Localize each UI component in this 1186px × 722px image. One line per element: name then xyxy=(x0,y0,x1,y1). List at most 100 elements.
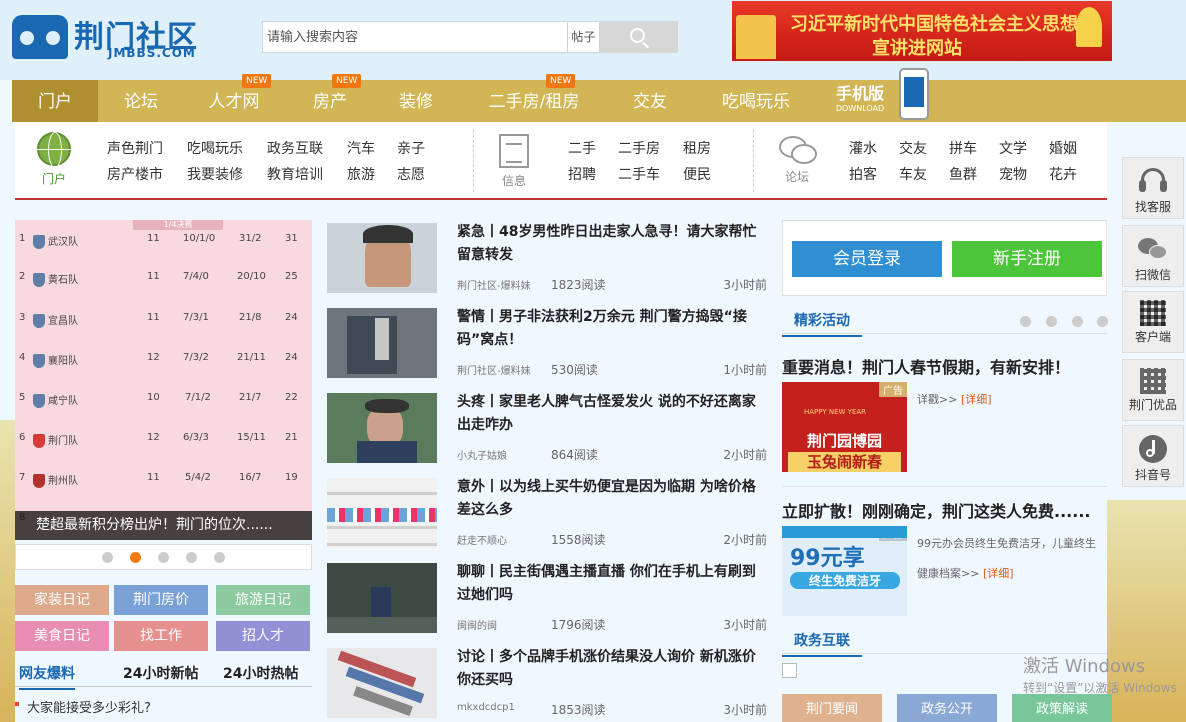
cat-link[interactable]: 亲子 xyxy=(397,138,425,158)
side-customer-service[interactable]: 找客服 xyxy=(1122,157,1184,219)
right-panel: 会员登录 新手注册 精彩活动 重要消息！荆门人春节假期，有新安排！ 广告 HAP… xyxy=(782,220,1112,722)
slide-dot[interactable] xyxy=(214,552,225,563)
event-title[interactable]: 立即扩散！刚刚确定，荆门这类人免费...... xyxy=(782,498,1090,522)
nav-secondhand-house[interactable]: 二手房/租房 NEW xyxy=(474,74,594,122)
event-more[interactable]: 健康档案>> [详细] xyxy=(917,565,1014,581)
list-item[interactable]: 大家能接受多少彩礼? xyxy=(15,697,151,716)
tab-new-24h[interactable]: 24小时新帖 xyxy=(123,663,198,683)
slide-dot-active[interactable] xyxy=(130,552,141,563)
tag-house-price[interactable]: 荆门房价 xyxy=(114,585,208,615)
nav-food-fun[interactable]: 吃喝玩乐 xyxy=(706,80,806,122)
news-title[interactable]: 讨论丨多个品牌手机涨价结果没人询价 新机涨价你还买吗 xyxy=(457,646,767,692)
cat-link[interactable]: 宠物 xyxy=(999,164,1027,184)
news-title[interactable]: 警情丨男子非法获利2万余元 荆门警方捣毁“接码”窝点！ xyxy=(457,306,767,352)
side-app[interactable]: 客户端 xyxy=(1122,291,1184,353)
news-title[interactable]: 头疼丨家里老人脾气古怪爱发火 说的不好还离家出走咋办 xyxy=(457,391,767,437)
cat-link[interactable]: 房产楼市 xyxy=(107,164,163,184)
divider xyxy=(753,130,754,192)
cat-link[interactable]: 便民 xyxy=(683,164,711,184)
tag-home-diary[interactable]: 家装日记 xyxy=(15,585,109,615)
event-title[interactable]: 重要消息！荆门人春节假期，有新安排！ xyxy=(782,354,1070,378)
cat-link[interactable]: 二手房 xyxy=(618,138,660,158)
cat-info[interactable]: 信息 xyxy=(499,134,529,189)
slide-dot[interactable] xyxy=(158,552,169,563)
search-button[interactable] xyxy=(600,21,678,53)
cat-link[interactable]: 教育培训 xyxy=(267,164,323,184)
tab-jingmen-news[interactable]: 荆门要闻 xyxy=(782,694,882,722)
cat-link[interactable]: 我要装修 xyxy=(187,164,243,184)
nav-mobile-download[interactable]: 手机版 DOWNLOAD xyxy=(825,85,895,115)
cat-portal[interactable]: 门户 xyxy=(37,132,71,187)
section-title[interactable]: 精彩活动 xyxy=(782,310,862,337)
side-shop[interactable]: 荆门优品 xyxy=(1122,359,1184,421)
nav-house[interactable]: 房产 NEW xyxy=(284,74,376,122)
tab-gov-open[interactable]: 政务公开 xyxy=(897,694,997,722)
carousel-dot[interactable] xyxy=(1072,316,1083,327)
cat-link[interactable]: 拍客 xyxy=(849,164,877,184)
ranking-slideshow[interactable]: 1/4决赛 1 武汉队 11 10/1/0 31/2 31 2 黄石队 11 7/4/0 20/1… xyxy=(15,220,312,540)
cat-link[interactable]: 鱼群 xyxy=(949,164,977,184)
tag-travel-diary[interactable]: 旅游日记 xyxy=(216,585,310,615)
cat-link[interactable]: 汽车 xyxy=(347,138,375,158)
cat-link[interactable]: 二手 xyxy=(568,138,596,158)
news-source: mkxdcdcp1 xyxy=(457,702,515,713)
search-type-select[interactable]: 帖子 xyxy=(567,21,600,53)
nav-dating[interactable]: 交友 xyxy=(612,80,688,122)
tag-hire[interactable]: 招人才 xyxy=(216,621,310,651)
cat-link[interactable]: 志愿 xyxy=(397,164,425,184)
slide-caption[interactable]: 楚超最新积分榜出炉！荆门的位次...... xyxy=(15,511,312,540)
cat-link[interactable]: 灌水 xyxy=(849,138,877,158)
tab-user-reports[interactable]: 网友爆料 xyxy=(19,663,75,690)
cat-link[interactable]: 旅游 xyxy=(347,164,375,184)
news-item[interactable]: 聊聊丨民主街偶遇主播直播 你们在手机上有刷到过她们吗 闽闽的闽 1796阅读 3… xyxy=(327,563,767,635)
news-item[interactable]: 警情丨男子非法获利2万余元 荆门警方捣毁“接码”窝点！ 荆门社区-爆料妹 530… xyxy=(327,308,767,380)
event-more[interactable]: 详戳>> [详细] xyxy=(917,391,992,407)
carousel-dot[interactable] xyxy=(1020,316,1031,327)
news-title[interactable]: 紧急丨48岁男性昨日出走家人急寻！请大家帮忙留意转发 xyxy=(457,221,767,267)
slide-dot[interactable] xyxy=(102,552,113,563)
site-logo[interactable]: 荆门社区 JMBBS.COM xyxy=(12,12,232,64)
cat-link[interactable]: 招聘 xyxy=(568,164,596,184)
cat-link[interactable]: 租房 xyxy=(683,138,711,158)
tab-policy[interactable]: 政策解读 xyxy=(1012,694,1112,722)
cat-link[interactable]: 二手车 xyxy=(618,164,660,184)
nav-decoration[interactable]: 装修 xyxy=(376,80,456,122)
tag-food-diary[interactable]: 美食日记 xyxy=(15,621,109,651)
cat-link[interactable]: 车友 xyxy=(899,164,927,184)
cat-link[interactable]: 婚姻 xyxy=(1049,138,1077,158)
news-item[interactable]: 头疼丨家里老人脾气古怪爱发火 说的不好还离家出走咋办 小丸子姑娘 864阅读 2… xyxy=(327,393,767,465)
rank-row: 7 荆州队 11 5/4/2 16/7 19 xyxy=(19,472,298,488)
news-item[interactable]: 意外丨以为线上买牛奶便宜是因为临期 为啥价格差这么多 赶走不顺心 1558阅读 … xyxy=(327,478,767,550)
cat-link[interactable]: 政务互联 xyxy=(267,138,323,158)
cat-forum[interactable]: 论坛 xyxy=(779,132,817,185)
cat-link[interactable]: 拼车 xyxy=(949,138,977,158)
cat-link[interactable]: 交友 xyxy=(899,138,927,158)
section-title[interactable]: 政务互联 xyxy=(782,630,862,657)
tag-find-job[interactable]: 找工作 xyxy=(114,621,208,651)
cat-link[interactable]: 声色荆门 xyxy=(107,138,163,158)
top-banner-ad[interactable]: 习近平新时代中国特色社会主义思想 宣讲进网站 xyxy=(732,1,1112,61)
news-item[interactable]: 紧急丨48岁男性昨日出走家人急寻！请大家帮忙留意转发 荆门社区-爆料妹 1823… xyxy=(327,223,767,295)
register-button[interactable]: 新手注册 xyxy=(952,241,1102,277)
side-tiktok[interactable]: 抖音号 xyxy=(1122,425,1184,487)
news-time: 3小时前 xyxy=(723,278,767,292)
nav-portal[interactable]: 门户 xyxy=(12,80,98,122)
side-wechat[interactable]: 扫微信 xyxy=(1122,225,1184,287)
cat-link[interactable]: 花卉 xyxy=(1049,164,1077,184)
news-title[interactable]: 意外丨以为线上买牛奶便宜是因为临期 为啥价格差这么多 xyxy=(457,476,767,522)
search-input[interactable] xyxy=(262,21,567,53)
login-button[interactable]: 会员登录 xyxy=(792,241,942,277)
news-title[interactable]: 聊聊丨民主街偶遇主播直播 你们在手机上有刷到过她们吗 xyxy=(457,561,767,607)
nav-jobs[interactable]: 人才网 NEW xyxy=(184,74,284,122)
news-item[interactable]: 讨论丨多个品牌手机涨价结果没人询价 新机涨价你还买吗 mkxdcdcp1 185… xyxy=(327,648,767,720)
tab-hot-24h[interactable]: 24小时热帖 xyxy=(223,663,298,683)
slide-dot[interactable] xyxy=(186,552,197,563)
carousel-dot[interactable] xyxy=(1097,316,1108,327)
nav-forum[interactable]: 论坛 xyxy=(98,80,184,122)
carousel-dot[interactable] xyxy=(1046,316,1057,327)
cat-link[interactable]: 吃喝玩乐 xyxy=(187,138,243,158)
event-image[interactable]: 广告 99元享 终生免费洁牙 xyxy=(782,526,907,616)
news-reads: 1853阅读 xyxy=(551,703,606,717)
event-image[interactable]: 广告 HAPPY NEW YEAR 荆门园博园 玉兔闹新春 xyxy=(782,382,907,472)
cat-link[interactable]: 文学 xyxy=(999,138,1027,158)
